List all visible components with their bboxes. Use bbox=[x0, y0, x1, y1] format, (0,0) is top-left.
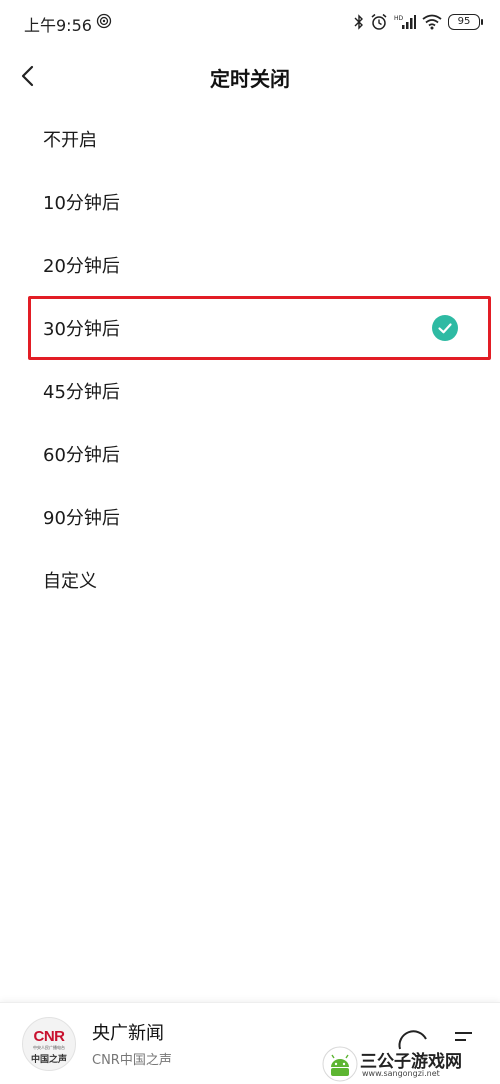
option-label: 不开启 bbox=[43, 129, 97, 151]
android-mascot-icon bbox=[322, 1046, 358, 1082]
page-title: 定时关闭 bbox=[210, 67, 290, 91]
logo-station: 中国之声 bbox=[30, 1055, 67, 1065]
svg-text:HD: HD bbox=[394, 15, 404, 22]
bluetooth-icon bbox=[354, 14, 363, 30]
option-custom[interactable]: 自定义 bbox=[0, 548, 500, 611]
status-time: 上午9:56 bbox=[24, 16, 92, 35]
hd-signal-icon: HD bbox=[394, 15, 416, 29]
option-label: 45分钟后 bbox=[43, 381, 120, 403]
battery-level: 95 bbox=[457, 16, 471, 27]
option-90-min[interactable]: 90分钟后 bbox=[0, 485, 500, 548]
status-bar: 上午9:56 HD 95 bbox=[0, 0, 500, 44]
header: 定时关闭 bbox=[0, 50, 500, 102]
option-60-min[interactable]: 60分钟后 bbox=[0, 422, 500, 485]
option-label: 90分钟后 bbox=[43, 507, 120, 529]
alarm-icon bbox=[371, 13, 387, 30]
option-label: 30分钟后 bbox=[43, 318, 120, 340]
option-label: 20分钟后 bbox=[43, 255, 120, 277]
option-label: 自定义 bbox=[43, 570, 97, 592]
status-icons: HD 95 bbox=[354, 12, 483, 32]
watermark-url: www.sangongzi.net bbox=[362, 1069, 440, 1078]
logo-text: CNR bbox=[33, 1028, 66, 1045]
station-subtitle: CNR中国之声 bbox=[92, 1053, 172, 1068]
option-off[interactable]: 不开启 bbox=[0, 107, 500, 170]
option-45-min[interactable]: 45分钟后 bbox=[0, 359, 500, 422]
option-label: 10分钟后 bbox=[43, 192, 120, 214]
option-label: 60分钟后 bbox=[43, 444, 120, 466]
station-name: 央广新闻 bbox=[92, 1023, 164, 1044]
option-10-min[interactable]: 10分钟后 bbox=[0, 170, 500, 233]
watermark: 三公子游戏网 www.sangongzi.net bbox=[322, 1044, 500, 1084]
battery-icon: 95 bbox=[448, 14, 483, 30]
option-20-min[interactable]: 20分钟后 bbox=[0, 233, 500, 296]
logo-subtext: 中央人民广播电台 bbox=[33, 1045, 65, 1050]
timer-option-list: 不开启 10分钟后 20分钟后 30分钟后 45分钟后 60分钟后 90分钟后 … bbox=[0, 107, 500, 611]
check-circle-icon bbox=[432, 314, 458, 341]
wifi-icon bbox=[422, 14, 442, 30]
option-30-min[interactable]: 30分钟后 bbox=[0, 296, 500, 359]
station-logo: CNR 中央人民广播电台 中国之声 bbox=[22, 1017, 76, 1071]
hotspot-icon bbox=[96, 13, 112, 29]
